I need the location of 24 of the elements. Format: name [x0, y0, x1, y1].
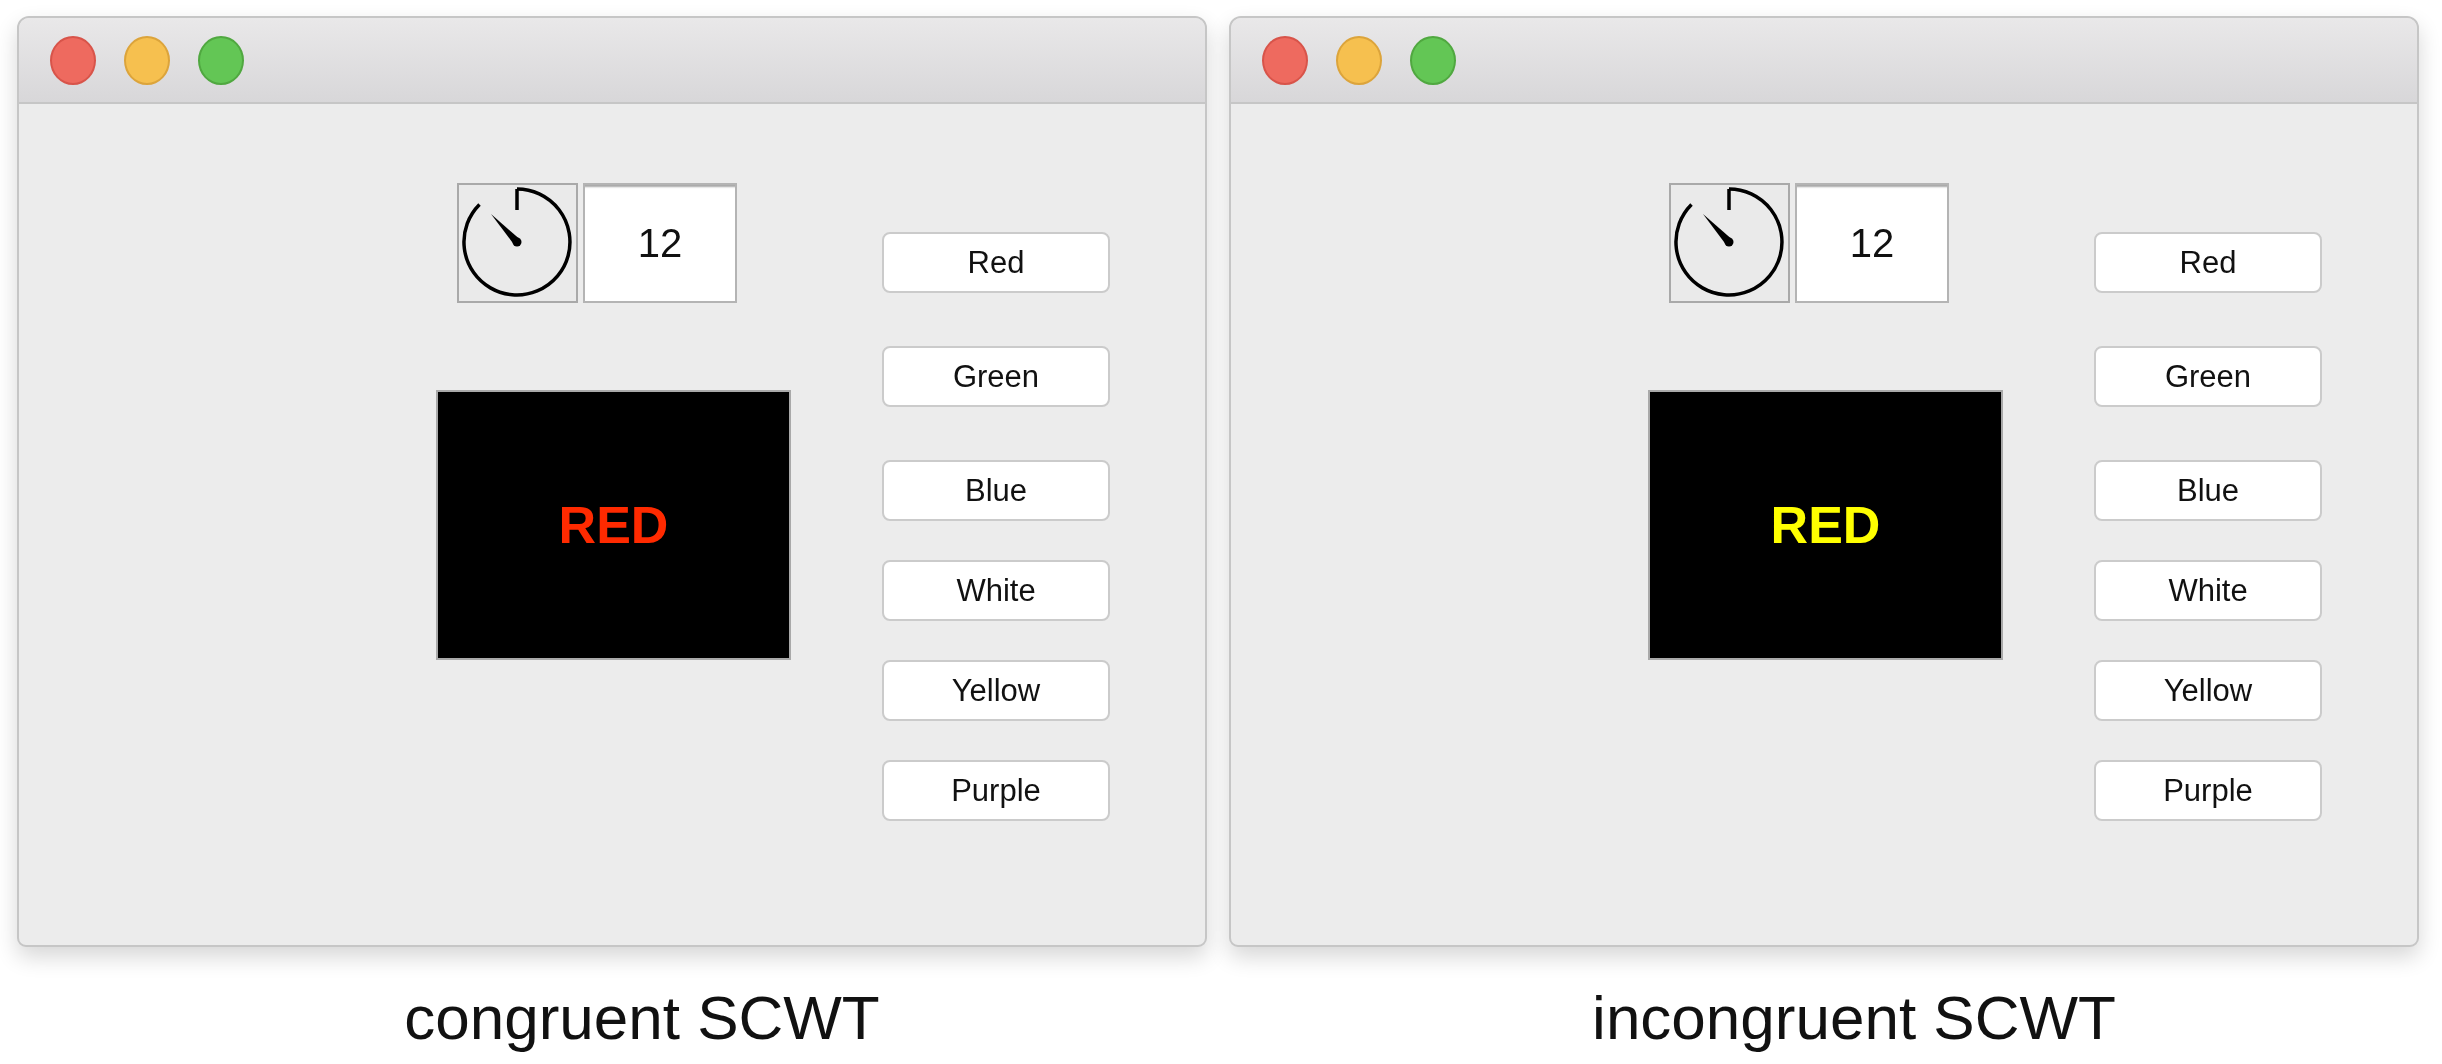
color-choice-button[interactable]: Purple — [2094, 760, 2322, 821]
color-choice-button[interactable]: Red — [882, 232, 1110, 293]
zoom-button[interactable] — [198, 35, 244, 85]
close-button[interactable] — [1262, 35, 1308, 85]
color-choice-button[interactable]: Green — [2094, 346, 2322, 407]
timer-readout: 12 — [583, 183, 737, 303]
color-choice-button[interactable]: Purple — [882, 760, 1110, 821]
zoom-button[interactable] — [1410, 35, 1456, 85]
stopwatch-icon — [457, 183, 578, 303]
timer-readout: 12 — [1795, 183, 1949, 303]
color-choice-button[interactable]: White — [2094, 560, 2322, 621]
stimulus-word: RED — [558, 499, 669, 551]
close-button[interactable] — [50, 35, 96, 85]
color-choice-button[interactable]: Red — [2094, 232, 2322, 293]
color-choice-button[interactable]: White — [882, 560, 1110, 621]
minimize-button[interactable] — [124, 35, 170, 85]
color-choice-button[interactable]: Yellow — [2094, 660, 2322, 721]
minimize-button[interactable] — [1336, 35, 1382, 85]
color-choice-button[interactable]: Green — [882, 346, 1110, 407]
color-choice-button[interactable]: Blue — [882, 460, 1110, 521]
stimulus-word: RED — [1770, 499, 1881, 551]
color-choice-button[interactable]: Yellow — [882, 660, 1110, 721]
stopwatch-icon — [1669, 183, 1790, 303]
color-choice-button[interactable]: Blue — [2094, 460, 2322, 521]
